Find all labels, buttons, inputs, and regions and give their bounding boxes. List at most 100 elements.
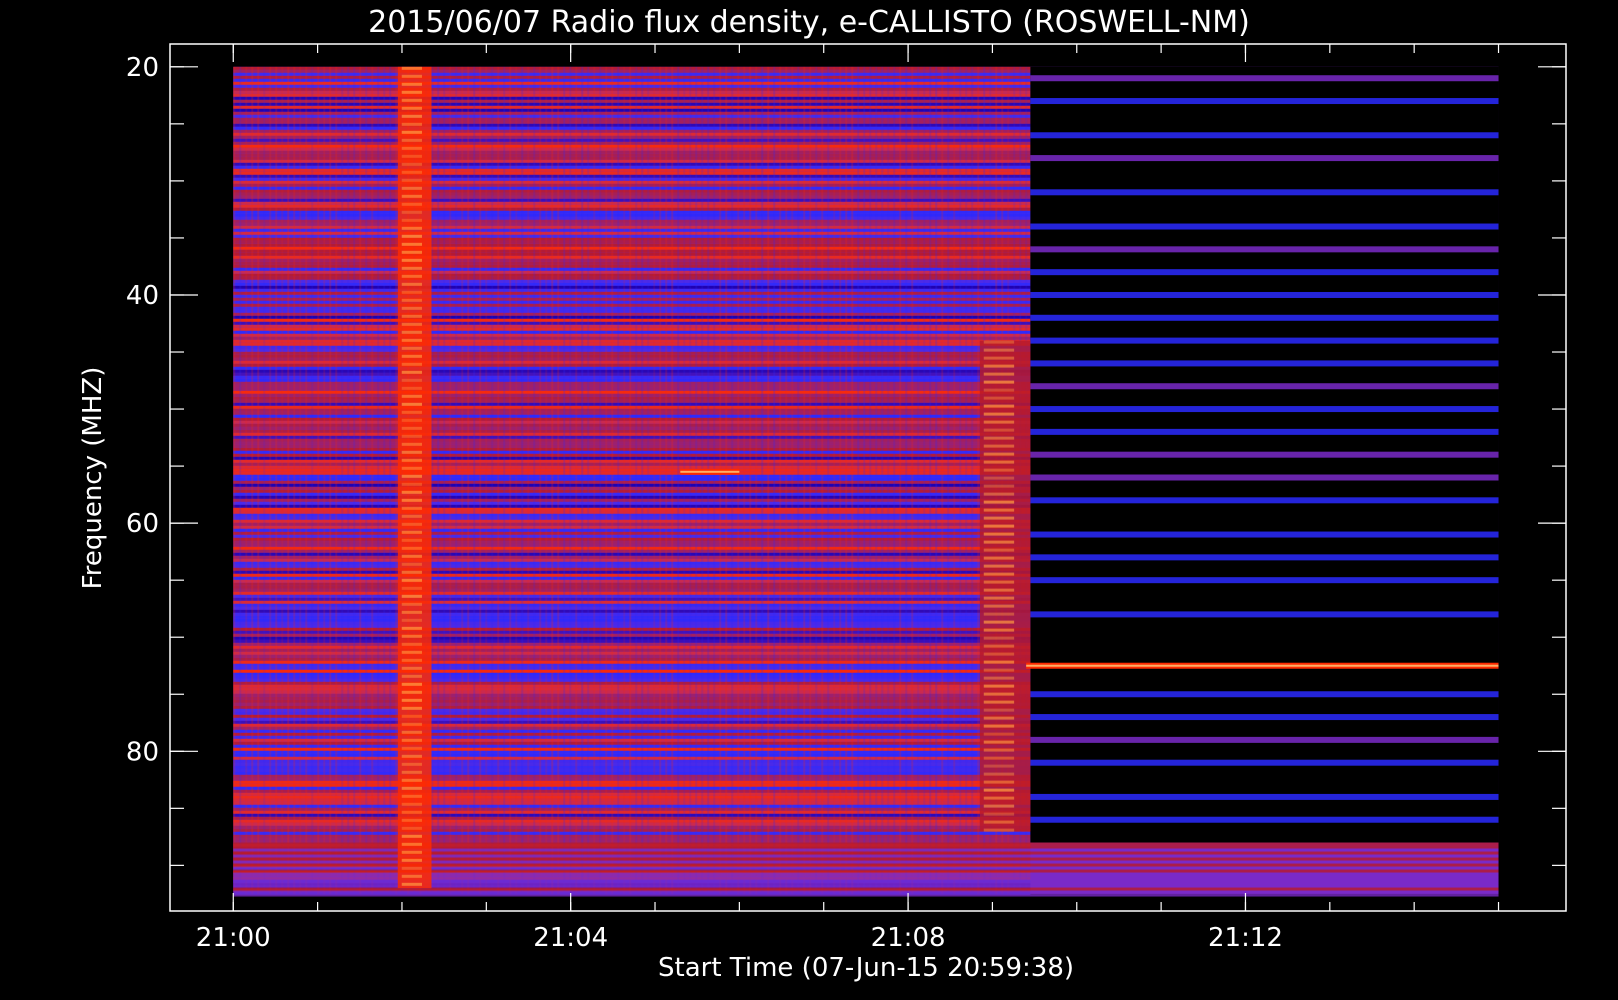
heatmap-feature-detail — [983, 652, 1015, 656]
heatmap-feature-detail — [983, 476, 1015, 480]
heatmap-streak — [839, 66, 842, 894]
heatmap-feature-detail — [983, 708, 1015, 712]
heatmap-row — [233, 231, 1031, 235]
chart-title: 2015/06/07 Radio flux density, e-CALLIST… — [368, 5, 1250, 40]
heatmap-streak — [821, 66, 824, 894]
heatmap-row — [233, 525, 1031, 529]
heatmap-feature-detail — [401, 554, 422, 558]
heatmap-feature-detail — [401, 570, 422, 574]
heatmap-row — [233, 216, 1031, 220]
heatmap-feature-detail — [401, 122, 422, 126]
heatmap-streak — [695, 66, 698, 894]
heatmap-feature-detail — [983, 804, 1015, 808]
heatmap-row — [233, 87, 1031, 91]
heatmap-feature-detail — [401, 162, 422, 166]
heatmap-streak — [731, 66, 734, 894]
heatmap-row — [233, 693, 1031, 697]
heatmap-row — [233, 648, 1031, 652]
heatmap-row — [233, 543, 1031, 547]
heatmap-row — [233, 822, 1031, 826]
heatmap-row — [233, 135, 1031, 139]
heatmap-streak — [863, 66, 866, 894]
heatmap-row — [233, 486, 1031, 490]
heatmap-row — [233, 606, 1031, 610]
heatmap-streak — [365, 66, 368, 894]
heatmap-streak — [917, 66, 920, 894]
heatmap-feature-detail — [401, 298, 422, 302]
heatmap-feature-detail — [401, 146, 422, 150]
heatmap-row — [233, 684, 1031, 688]
y-tick-label: 20 — [126, 53, 159, 83]
heatmap-row — [233, 75, 1031, 79]
heatmap-row — [233, 210, 1031, 214]
heatmap-feature-detail — [401, 530, 422, 534]
heatmap-row — [233, 150, 1031, 154]
heatmap-row — [233, 195, 1031, 199]
heatmap-band — [1030, 428, 1499, 435]
heatmap-row — [233, 84, 1031, 88]
heatmap-feature-detail — [401, 178, 422, 182]
heatmap-row — [233, 417, 1031, 421]
heatmap-row — [233, 669, 1031, 673]
heatmap-row — [233, 705, 1031, 709]
heatmap-row — [233, 519, 1031, 523]
heatmap-streak — [617, 66, 620, 894]
heatmap-feature-detail — [401, 154, 422, 158]
heatmap-row — [233, 66, 1031, 70]
heatmap-feature-detail — [983, 628, 1015, 632]
heatmap-feature-detail — [401, 770, 422, 774]
heatmap-row — [233, 801, 1031, 805]
heatmap-row — [233, 771, 1031, 775]
heatmap-feature-detail — [983, 588, 1015, 592]
heatmap-streak — [233, 66, 236, 894]
heatmap-row — [233, 156, 1031, 160]
heatmap-row — [233, 303, 1031, 307]
heatmap-streak — [677, 66, 680, 894]
heatmap-row — [233, 219, 1031, 223]
heatmap-row — [233, 510, 1031, 514]
heatmap-streak — [257, 66, 260, 894]
heatmap-feature-detail — [983, 548, 1015, 552]
heatmap-feature-detail — [401, 498, 422, 502]
heatmap-feature-detail — [983, 388, 1015, 392]
heatmap-row — [233, 570, 1031, 574]
heatmap-row — [233, 561, 1031, 565]
heatmap-feature-detail — [401, 130, 422, 134]
heatmap-row — [233, 393, 1031, 397]
heatmap-band — [1030, 383, 1499, 390]
y-tick-label: 60 — [126, 509, 159, 539]
heatmap-row — [233, 633, 1031, 637]
heatmap-feature-detail — [401, 194, 422, 198]
heatmap-streak — [293, 66, 296, 894]
heatmap-feature-detail — [401, 746, 422, 750]
heatmap-streak — [605, 66, 608, 894]
heatmap-row — [233, 171, 1031, 175]
heatmap-feature-detail — [983, 356, 1015, 360]
heatmap-feature-detail — [401, 410, 422, 414]
heatmap-feature-detail — [401, 434, 422, 438]
heatmap-feature-detail — [401, 730, 422, 734]
heatmap-feature-detail — [983, 668, 1015, 672]
heatmap-row — [233, 495, 1031, 499]
heatmap-row — [233, 111, 1031, 115]
heatmap-streak — [947, 66, 950, 894]
heatmap-feature-detail — [401, 882, 422, 886]
heatmap-streak — [455, 66, 458, 894]
heatmap-feature-detail — [983, 564, 1015, 568]
heatmap-row — [233, 618, 1031, 622]
heatmap-row — [233, 540, 1031, 544]
heatmap-streak — [923, 66, 926, 894]
heatmap-band — [1030, 98, 1499, 105]
heatmap-feature-detail — [401, 754, 422, 758]
heatmap-row — [233, 447, 1031, 451]
heatmap-row — [233, 657, 1031, 661]
heatmap-feature-detail — [401, 850, 422, 854]
heatmap-feature-detail — [401, 218, 422, 222]
heatmap-feature-detail — [401, 490, 422, 494]
heatmap-feature-detail — [401, 98, 422, 102]
x-tick-label: 21:04 — [533, 923, 608, 953]
heatmap-feature-detail — [983, 428, 1015, 432]
heatmap-row — [233, 831, 1031, 835]
heatmap-streak — [713, 66, 716, 894]
heatmap-feature-detail — [983, 636, 1015, 640]
